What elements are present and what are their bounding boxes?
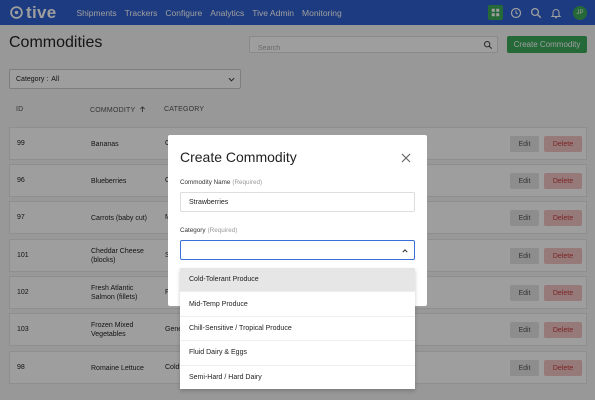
required-hint: (Required) (207, 227, 238, 234)
required-hint: (Required) (232, 179, 263, 186)
category-dropdown: Cold-Tolerant Produce Mid-Temp Produce C… (180, 268, 415, 389)
category-label: Category (Required) (180, 227, 237, 234)
commodity-name-value: Strawberries (189, 198, 229, 206)
dropdown-option[interactable]: Chill-Sensitive / Tropical Produce (180, 317, 415, 342)
commodity-name-field[interactable]: Strawberries (180, 192, 415, 212)
close-icon[interactable] (401, 153, 411, 163)
dropdown-option[interactable]: Fluid Dairy & Eggs (180, 341, 415, 366)
commodity-name-label: Commodity Name (Required) (180, 179, 262, 186)
chevron-up-icon (402, 249, 408, 253)
commodity-name-label-text: Commodity Name (180, 179, 231, 186)
dropdown-option[interactable]: Semi-Hard / Hard Dairy (180, 366, 415, 389)
dropdown-option[interactable]: Mid-Temp Produce (180, 292, 415, 317)
category-label-text: Category (180, 227, 206, 234)
category-select[interactable] (180, 240, 415, 260)
modal-title: Create Commodity (180, 149, 297, 165)
dropdown-option[interactable]: Cold-Tolerant Produce (180, 268, 415, 293)
